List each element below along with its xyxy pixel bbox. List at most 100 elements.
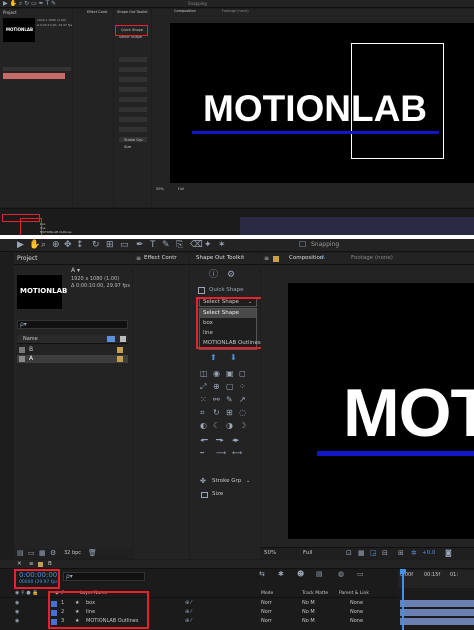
- top-select-shape[interactable]: Select Shape: [119, 35, 142, 40]
- layer-matte[interactable]: No M: [302, 619, 315, 624]
- top-zoom[interactable]: 50%: [156, 187, 164, 192]
- top-snapping[interactable]: Snapping: [188, 1, 207, 6]
- timeline-search-input[interactable]: ρ▾: [63, 572, 145, 581]
- project-col-name[interactable]: Name: [23, 337, 38, 342]
- stroke-icon[interactable]: ↗: [239, 396, 246, 404]
- dolly-tool-icon[interactable]: ↕: [76, 241, 84, 250]
- double-arrow-icon[interactable]: ⟷: [232, 450, 242, 457]
- pen-icon[interactable]: ✎: [226, 396, 233, 404]
- transform-icon[interactable]: ⤢: [200, 383, 206, 391]
- arrow-down-icon[interactable]: ⬇: [230, 354, 237, 362]
- roto-tool-icon[interactable]: ✦: [204, 241, 212, 250]
- track-bar-line[interactable]: [400, 609, 474, 616]
- top-track-area[interactable]: [240, 217, 474, 235]
- arrow-up-icon[interactable]: ⬆: [210, 354, 217, 362]
- time-ruler[interactable]: 0:00f 00:15f 01:: [398, 569, 474, 588]
- anchor-icon[interactable]: ⊕: [213, 383, 220, 391]
- settings-icon[interactable]: ⚙: [50, 550, 56, 557]
- top-project-tab[interactable]: Project: [3, 11, 17, 15]
- new-comp-icon[interactable]: ▦: [39, 550, 46, 557]
- hand-tool-icon[interactable]: ✋: [29, 241, 40, 250]
- interpret-footage-icon[interactable]: ▤: [17, 550, 24, 557]
- info-icon[interactable]: ⓘ: [209, 271, 218, 280]
- crescent-icon[interactable]: ☽: [239, 422, 246, 430]
- eye-icon[interactable]: ◉: [15, 601, 19, 606]
- type-column-icon[interactable]: [120, 336, 126, 342]
- move-tool-icon[interactable]: ✥: [64, 241, 72, 250]
- snapping-checkbox-icon[interactable]: ☐: [299, 241, 306, 249]
- project-comp-name[interactable]: A ▾: [71, 268, 80, 274]
- transparency-grid-icon[interactable]: ▦: [358, 550, 365, 557]
- guides-icon[interactable]: ⊟: [382, 550, 388, 557]
- layer-mode[interactable]: Norr: [261, 610, 272, 615]
- puppet-tool-icon[interactable]: ✶: [218, 241, 226, 250]
- pen-tool-icon[interactable]: ✒: [136, 241, 144, 250]
- gear-icon[interactable]: ⚙: [227, 271, 235, 280]
- rotate-icon[interactable]: ↻: [213, 409, 220, 417]
- camera-icon[interactable]: ◙: [445, 550, 452, 557]
- square-icon[interactable]: ◻: [239, 370, 246, 378]
- draft-3d-icon[interactable]: ✱: [278, 571, 284, 578]
- taper-right-icon[interactable]: ━▸: [216, 437, 224, 444]
- target-icon[interactable]: ▣: [226, 370, 234, 378]
- scatter-icon[interactable]: ⁙: [200, 396, 207, 404]
- close-icon[interactable]: ✕: [17, 561, 22, 568]
- frame-blend-icon[interactable]: ▤: [316, 571, 323, 578]
- top-comp-canvas[interactable]: MOTIONLAB: [170, 23, 474, 183]
- shy-icon[interactable]: ☻: [297, 571, 304, 578]
- half-icon[interactable]: ◑: [226, 422, 233, 430]
- col-parent[interactable]: Parent & Link: [339, 591, 369, 597]
- grid-icon[interactable]: ⊞: [226, 409, 233, 417]
- mask-icon[interactable]: ◲: [370, 550, 377, 557]
- trim-icon[interactable]: ◐: [200, 422, 207, 430]
- track-bar-outlines[interactable]: [400, 618, 474, 625]
- timeline-tab[interactable]: B: [48, 561, 52, 568]
- project-item-b[interactable]: B: [17, 346, 128, 354]
- anchor-tool-icon[interactable]: ⊞: [106, 241, 114, 250]
- top-footage-tab[interactable]: Footage (none): [222, 9, 249, 14]
- composition-tab-name[interactable]: A: [321, 255, 325, 262]
- switches-icon[interactable]: ⊕ ⁄: [185, 610, 192, 615]
- exposure-value[interactable]: +0.0: [422, 550, 435, 557]
- switches-icon[interactable]: ⊕ ⁄: [185, 601, 192, 606]
- rectangle-tool-icon[interactable]: ▭: [120, 241, 129, 250]
- ellipse-icon[interactable]: ◌: [239, 409, 246, 417]
- selection-tool-icon[interactable]: ▶: [17, 241, 24, 250]
- bpc-label[interactable]: 32 bpc: [64, 551, 81, 556]
- layer-parent[interactable]: None: [350, 601, 363, 606]
- eye-icon[interactable]: ◉: [15, 610, 19, 615]
- col-mode[interactable]: Mode: [261, 591, 273, 597]
- size-button[interactable]: Size: [200, 490, 252, 500]
- layer-parent[interactable]: None: [350, 619, 363, 624]
- top-stroke-grp[interactable]: Stroke Grp: [124, 138, 143, 143]
- layer-matte[interactable]: No M: [302, 610, 315, 615]
- dots-icon[interactable]: ⁘: [239, 383, 246, 391]
- snapping-label[interactable]: Snapping: [311, 242, 339, 248]
- playhead-handle[interactable]: [400, 569, 406, 574]
- switches-icon[interactable]: ⊕ ⁄: [185, 619, 192, 624]
- square-align-icon[interactable]: ◫: [200, 370, 208, 378]
- layer-parent[interactable]: None: [350, 610, 363, 615]
- composition-tab[interactable]: Composition: [289, 255, 323, 262]
- effect-controls-tab[interactable]: Effect Contr: [144, 255, 177, 262]
- dash-icon[interactable]: ╍: [200, 450, 204, 457]
- link-icon[interactable]: ⚯: [213, 396, 220, 404]
- exposure-icon[interactable]: ✲: [411, 550, 417, 557]
- av-icon[interactable]: ◉ ⚲ ● 🔒: [15, 591, 38, 596]
- stroke-group-button[interactable]: ✤ Stroke Grp ⌄: [200, 477, 252, 487]
- new-folder-icon[interactable]: ▭: [28, 550, 35, 557]
- menu-icon[interactable]: ≡: [136, 256, 141, 262]
- taper-left-icon[interactable]: ◂━: [200, 437, 208, 444]
- top-toolkit-tab[interactable]: Shape Out Toolkit: [117, 10, 148, 15]
- clone-tool-icon[interactable]: ⎘: [176, 241, 183, 250]
- taper-both-icon[interactable]: ◂▸: [232, 437, 239, 444]
- project-search-input[interactable]: ρ▾: [17, 320, 128, 329]
- zoom-select[interactable]: 50%: [264, 550, 276, 557]
- top-quality[interactable]: Full: [178, 187, 184, 192]
- graph-editor-icon[interactable]: ▭: [357, 571, 364, 578]
- composition-canvas[interactable]: MOT: [288, 283, 474, 539]
- toolkit-tab[interactable]: Shape Out Toolkit: [196, 255, 244, 262]
- project-tab[interactable]: Project: [17, 256, 38, 262]
- label-column-icon[interactable]: [107, 336, 115, 342]
- top-size[interactable]: Size: [124, 145, 131, 150]
